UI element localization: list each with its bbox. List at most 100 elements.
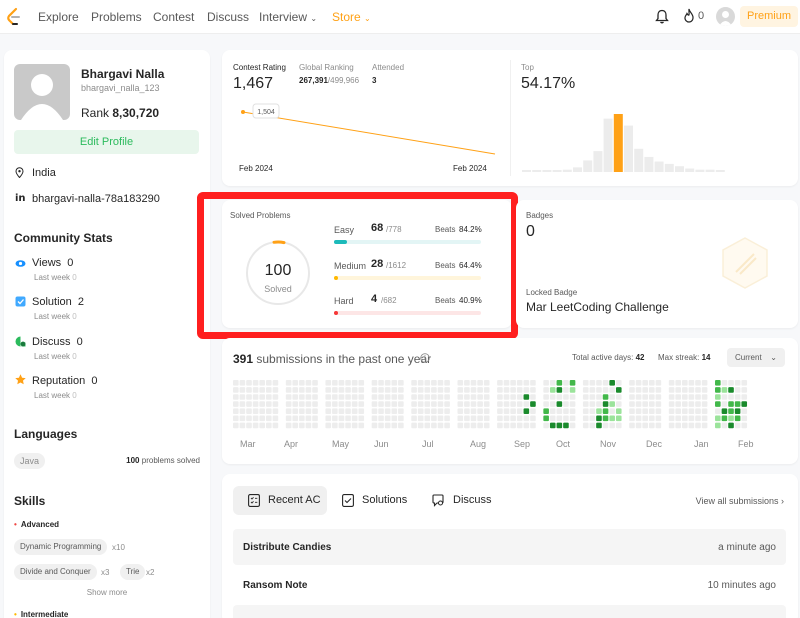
heatmap-cell bbox=[351, 387, 358, 393]
heatmap-cell bbox=[721, 387, 728, 393]
info-icon[interactable] bbox=[420, 353, 430, 363]
skill-tag-divide-conquer[interactable]: Divide and Conquer bbox=[14, 564, 97, 580]
ranking-histogram[interactable] bbox=[522, 108, 792, 176]
heatmap-cell bbox=[246, 408, 252, 414]
language-tag[interactable]: Java bbox=[14, 453, 46, 469]
heatmap-cell bbox=[734, 415, 741, 422]
profile-linkedin[interactable]: bhargavi-nalla-78a183290 bbox=[32, 193, 160, 205]
heatmap-cell bbox=[715, 401, 721, 407]
tab-discuss-label: Discuss bbox=[453, 494, 492, 506]
attended-count: 3 bbox=[372, 76, 377, 85]
nav-interview[interactable]: Interview ⌄ bbox=[259, 10, 317, 24]
tab-discuss[interactable]: Discuss bbox=[430, 486, 500, 515]
stat-reputation-sub: Last week 0 bbox=[34, 391, 77, 400]
skill-tag-trie[interactable]: Trie bbox=[120, 564, 146, 580]
histogram-bar bbox=[705, 169, 715, 172]
heatmap-cell bbox=[543, 401, 549, 407]
heatmap-cell bbox=[417, 415, 424, 422]
heatmap-cell bbox=[615, 394, 622, 400]
heatmap-cell bbox=[510, 394, 516, 400]
heatmap-cell bbox=[682, 408, 688, 414]
heatmap-cell bbox=[675, 408, 682, 414]
locked-badge-icon[interactable] bbox=[720, 236, 770, 290]
heatmap-cell bbox=[675, 415, 682, 422]
recent-row-3[interactable] bbox=[233, 605, 786, 618]
heatmap-cell bbox=[655, 380, 662, 386]
heatmap-cell bbox=[345, 415, 351, 422]
heatmap-cell bbox=[444, 415, 450, 422]
user-avatar[interactable] bbox=[716, 7, 735, 26]
heatmap-cell bbox=[252, 401, 259, 407]
leetcode-logo-icon[interactable] bbox=[4, 7, 24, 27]
nav-explore[interactable]: Explore bbox=[38, 10, 79, 24]
heatmap-cell bbox=[582, 408, 589, 414]
tab-recent-ac[interactable]: Recent AC bbox=[233, 486, 327, 515]
heatmap-cell bbox=[477, 401, 483, 407]
heatmap-cell bbox=[371, 394, 378, 400]
hard-progress-bar bbox=[334, 311, 481, 315]
nav-interview-label: Interview bbox=[259, 10, 308, 24]
heatmap-cell bbox=[378, 394, 384, 400]
tab-solutions[interactable]: Solutions bbox=[339, 486, 417, 515]
submission-heatmap[interactable] bbox=[233, 378, 793, 438]
heatmap-cell bbox=[642, 408, 648, 414]
recent-row-1[interactable]: Distribute Candies a minute ago bbox=[233, 529, 786, 565]
heatmap-cell bbox=[378, 422, 384, 429]
easy-beats-label: Beats bbox=[435, 225, 456, 234]
heatmap-cell bbox=[701, 401, 708, 407]
heatmap-cell bbox=[464, 380, 470, 386]
fire-icon[interactable] bbox=[683, 8, 695, 23]
language-count-value: 100 bbox=[126, 456, 140, 465]
heatmap-cell bbox=[556, 401, 563, 407]
heatmap-cell bbox=[609, 387, 615, 393]
heatmap-cell bbox=[483, 380, 490, 386]
heatmap-cell bbox=[266, 401, 272, 407]
view-all-label: View all submissions bbox=[695, 496, 779, 506]
heatmap-cell bbox=[569, 380, 576, 386]
heatmap-cell bbox=[464, 415, 470, 422]
heatmap-cell bbox=[589, 380, 596, 386]
heatmap-cell bbox=[530, 394, 536, 400]
year-select[interactable]: Current ⌄ bbox=[727, 348, 785, 367]
nav-discuss[interactable]: Discuss bbox=[207, 10, 249, 24]
heatmap-cell bbox=[246, 380, 252, 386]
recent-row-2[interactable]: Ransom Note 10 minutes ago bbox=[233, 567, 786, 603]
heatmap-cell bbox=[299, 394, 305, 400]
heatmap-cell bbox=[371, 380, 378, 386]
global-ranking-label: Global Ranking bbox=[299, 63, 354, 72]
heatmap-cell bbox=[417, 387, 424, 393]
heatmap-cell bbox=[734, 401, 741, 407]
nav-problems[interactable]: Problems bbox=[91, 10, 142, 24]
heatmap-cell bbox=[285, 422, 292, 429]
heatmap-cell bbox=[682, 394, 688, 400]
heatmap-cell bbox=[530, 408, 536, 414]
nav-store[interactable]: Store ⌄ bbox=[332, 10, 371, 24]
edit-profile-button[interactable]: Edit Profile bbox=[14, 130, 199, 154]
bell-icon[interactable] bbox=[655, 9, 669, 24]
heatmap-cell bbox=[741, 408, 748, 414]
heatmap-cell bbox=[272, 408, 279, 414]
heatmap-cell bbox=[351, 422, 358, 429]
skill-tag-dp[interactable]: Dynamic Programming bbox=[14, 539, 108, 555]
heatmap-cell bbox=[464, 422, 470, 429]
heatmap-cell bbox=[543, 380, 549, 386]
premium-button[interactable]: Premium bbox=[740, 6, 798, 27]
skills-show-more[interactable]: Show more bbox=[4, 588, 210, 597]
heatmap-month-label: Nov bbox=[600, 439, 617, 449]
heatmap-cell bbox=[695, 401, 701, 407]
heatmap-cell bbox=[721, 408, 728, 414]
heatmap-cell bbox=[635, 394, 642, 400]
heatmap-cell bbox=[351, 380, 358, 386]
rating-line-chart[interactable]: 1,504 Feb 2024 Feb 2024 bbox=[233, 102, 503, 182]
heatmap-cell bbox=[424, 394, 431, 400]
heatmap-cell bbox=[688, 408, 695, 414]
heatmap-cell bbox=[556, 387, 563, 393]
nav-contest[interactable]: Contest bbox=[153, 10, 194, 24]
badges-count: 0 bbox=[526, 223, 535, 240]
profile-handle: bhargavi_nalla_123 bbox=[81, 83, 160, 93]
view-all-submissions-link[interactable]: View all submissions › bbox=[696, 496, 784, 506]
heatmap-cell bbox=[582, 415, 589, 422]
heatmap-cell bbox=[285, 394, 292, 400]
heatmap-cell bbox=[437, 380, 444, 386]
rating-point bbox=[241, 110, 245, 114]
